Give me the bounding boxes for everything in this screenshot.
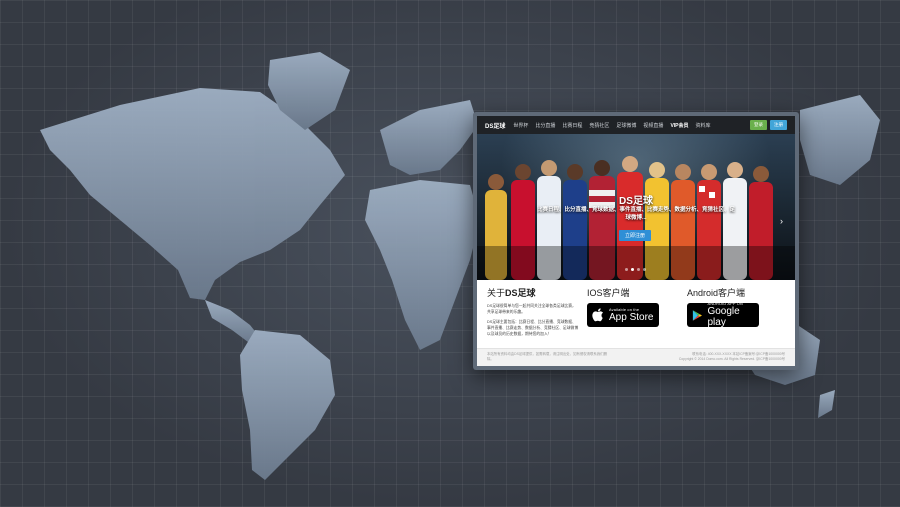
footer-copyright-line: Copyright © 2014 Domo.com. All Rights Re… (678, 357, 785, 361)
about-title: 关于DS足球 (487, 286, 587, 299)
about-title-brand: DS足球 (505, 288, 536, 298)
slider-next-arrow-icon[interactable]: › (780, 216, 783, 226)
app-store-label: App Store (609, 311, 654, 323)
android-title: Android客户端 (687, 288, 746, 298)
content-section: 关于DS足球 DS足球很简单与您一起共同关注全球各类足球比赛，共享足球带来的乐趣… (477, 280, 795, 354)
nav-item-vip[interactable]: VIP会员 (670, 122, 688, 129)
about-column: 关于DS足球 DS足球很简单与您一起共同关注全球各类足球比赛，共享足球带来的乐趣… (487, 286, 587, 354)
slider-dots (625, 268, 646, 271)
nav-item-video-live[interactable]: 视频直播 (643, 122, 663, 129)
apple-icon (592, 308, 603, 322)
about-title-prefix: 关于 (487, 288, 506, 298)
footer-disclaimer: 本站所有资料均由DS足球提供，如需转载，请注明出处，如有侵权请联系我们删除。 (487, 352, 607, 361)
app-store-text: Available on the App Store (609, 308, 653, 323)
website-preview-window: DS足球 世界杯 比分直播 比赛日程 竞猜社区 足球微博 视频直播 VIP会员 … (473, 112, 799, 370)
about-paragraph-1: DS足球很简单与您一起共同关注全球各类足球比赛，共享足球带来的乐趣。 (487, 304, 576, 314)
register-now-button[interactable]: 立即注册 (619, 230, 651, 241)
google-play-icon (692, 309, 703, 321)
nav-item-live-score[interactable]: 比分直播 (535, 122, 555, 129)
login-button[interactable]: 登录 (750, 120, 767, 130)
footer: 本站所有资料均由DS足球提供，如需转载，请注明出处，如有侵权请联系我们删除。 联… (477, 348, 795, 366)
slider-dot[interactable] (625, 268, 628, 271)
hero-title: DS足球 (619, 196, 653, 207)
register-button[interactable]: 注册 (770, 120, 787, 130)
nav-item-database[interactable]: 资料库 (696, 122, 711, 129)
nav-item-world-cup[interactable]: 世界杯 (513, 122, 528, 129)
ios-title: IOS客户端 (587, 288, 630, 298)
ios-column: IOS客户端 Available on the App Store (587, 286, 687, 354)
slider-dot-active[interactable] (631, 268, 634, 271)
google-play-label: Google play (707, 306, 740, 328)
brand-logo[interactable]: DS足球 (485, 121, 505, 130)
nav-item-schedule[interactable]: 比赛日程 (562, 122, 582, 129)
slider-dot[interactable] (643, 268, 646, 271)
google-play-text: ANDROID APP ON Google play (707, 302, 754, 328)
nav-item-weibo[interactable]: 足球微博 (616, 122, 636, 129)
about-paragraph-2: DS足球主要包括：比赛日程、比分直播、竞球数据、事件直播、比赛走势、数据分析、竞… (487, 320, 579, 336)
google-play-button[interactable]: ANDROID APP ON Google play (687, 302, 759, 328)
footer-copyright: 联系电话: 400-XXX-XXXX 本站ICP备案号:京ICP备1000000… (655, 352, 785, 363)
slider-dot[interactable] (637, 268, 640, 271)
hero-banner: DS足球 比赛日程、比分直播、竞球数据、事件直播、比赛走势、数据分析、竞猜社区、… (477, 134, 795, 280)
app-store-button[interactable]: Available on the App Store (587, 303, 659, 327)
top-navigation: DS足球 世界杯 比分直播 比赛日程 竞猜社区 足球微博 视频直播 VIP会员 … (477, 116, 795, 134)
hero-subtitle: 比赛日程、比分直播、竞球数据、事件直播、比赛走势、数据分析、竞猜社区、足球微博.… (537, 207, 736, 221)
nav-item-community[interactable]: 竞猜社区 (589, 122, 609, 129)
website-screen: DS足球 世界杯 比分直播 比赛日程 竞猜社区 足球微博 视频直播 VIP会员 … (477, 116, 795, 366)
android-column: Android客户端 ANDROID APP ON Google play (687, 286, 787, 354)
